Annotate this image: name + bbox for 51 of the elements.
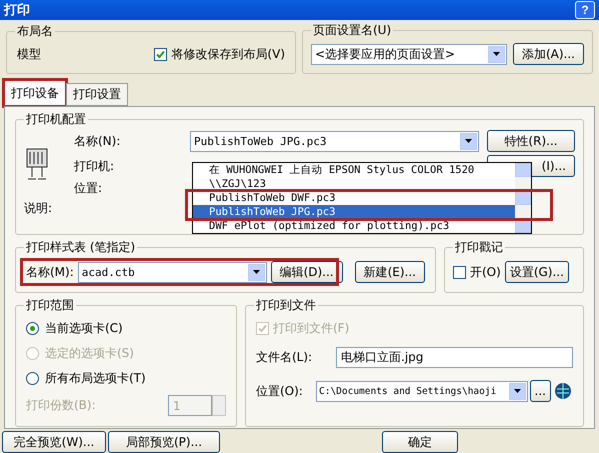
location-dropdown[interactable]: C:\Documents and Settings\haoji: [316, 380, 528, 402]
save-changes-checkbox[interactable]: [154, 48, 168, 60]
settings-button[interactable]: 设置(G)...: [504, 261, 569, 283]
checkbox-label: 将修改保存到布局(V): [171, 46, 285, 62]
field-label: 文件名(L):: [256, 349, 314, 366]
radio-button[interactable]: [26, 372, 39, 385]
radio-button[interactable]: [26, 322, 39, 335]
group-title: 打印戳记: [454, 239, 504, 256]
field-label: 位置:: [74, 180, 104, 197]
browse-button[interactable]: ...: [530, 380, 551, 402]
checkbox-label: 打印到文件(F): [273, 320, 350, 337]
field-label: 说明:: [24, 200, 54, 217]
add-button[interactable]: 添加(A)...: [512, 43, 584, 65]
field-label: 打印份数(B):: [26, 397, 96, 414]
field-label: 位置(O):: [256, 382, 304, 400]
stamp-checkbox[interactable]: [453, 266, 466, 278]
group-title: 打印范围: [25, 297, 75, 314]
field-label: 名称(N):: [74, 132, 122, 150]
group-title: 页面设置名(U): [312, 22, 392, 39]
partial-preview-button[interactable]: 局部预览(P)...: [108, 431, 220, 453]
file-name-field[interactable]: 电梯口立面.jpg: [336, 347, 573, 368]
caret-icon: [492, 52, 500, 56]
group-title: 打印样式表 (笔指定): [25, 239, 136, 256]
ok-button[interactable]: 确定: [382, 431, 458, 453]
dropdown-item[interactable]: PublishToWeb JPG.pc3: [193, 205, 515, 219]
edit-button[interactable]: 编辑(D)...: [270, 261, 343, 283]
caret-icon: [514, 389, 521, 393]
help-button[interactable]: ?: [575, 1, 595, 19]
scrollbar[interactable]: [515, 163, 531, 233]
group-title: 布局名: [16, 22, 54, 40]
radio-label: 选定的选项卡(S): [45, 345, 134, 362]
checkbox-label: 开(O): [470, 264, 501, 280]
field-label: 打印机:: [74, 158, 116, 174]
window-title: 打印: [4, 2, 31, 19]
caret-icon: [465, 139, 472, 143]
globe-icon[interactable]: [553, 381, 573, 401]
caret-icon: [252, 270, 260, 274]
radio-label: 所有布局选项卡(T): [45, 370, 146, 387]
layout-name: 模型: [17, 46, 41, 62]
tab[interactable]: 打印设置: [66, 83, 128, 106]
new-button[interactable]: 新建(E)...: [354, 261, 425, 283]
group-title: 打印到文件: [255, 297, 317, 314]
group-title: 打印机配置: [25, 111, 87, 128]
plot-style-dropdown[interactable]: acad.ctb: [78, 262, 267, 282]
page-setup-dropdown[interactable]: <选择要应用的页面设置>: [311, 44, 507, 64]
radio-label: 当前选项卡(C): [45, 320, 123, 337]
tab[interactable]: 打印设备: [4, 80, 66, 106]
field-label: 名称(M):: [26, 264, 74, 280]
properties-button[interactable]: 特性(R)...: [487, 130, 575, 152]
full-preview-button[interactable]: 完全预览(W)...: [2, 431, 106, 453]
printer-name-dropdown[interactable]: PublishToWeb JPG.pc3: [190, 130, 479, 152]
